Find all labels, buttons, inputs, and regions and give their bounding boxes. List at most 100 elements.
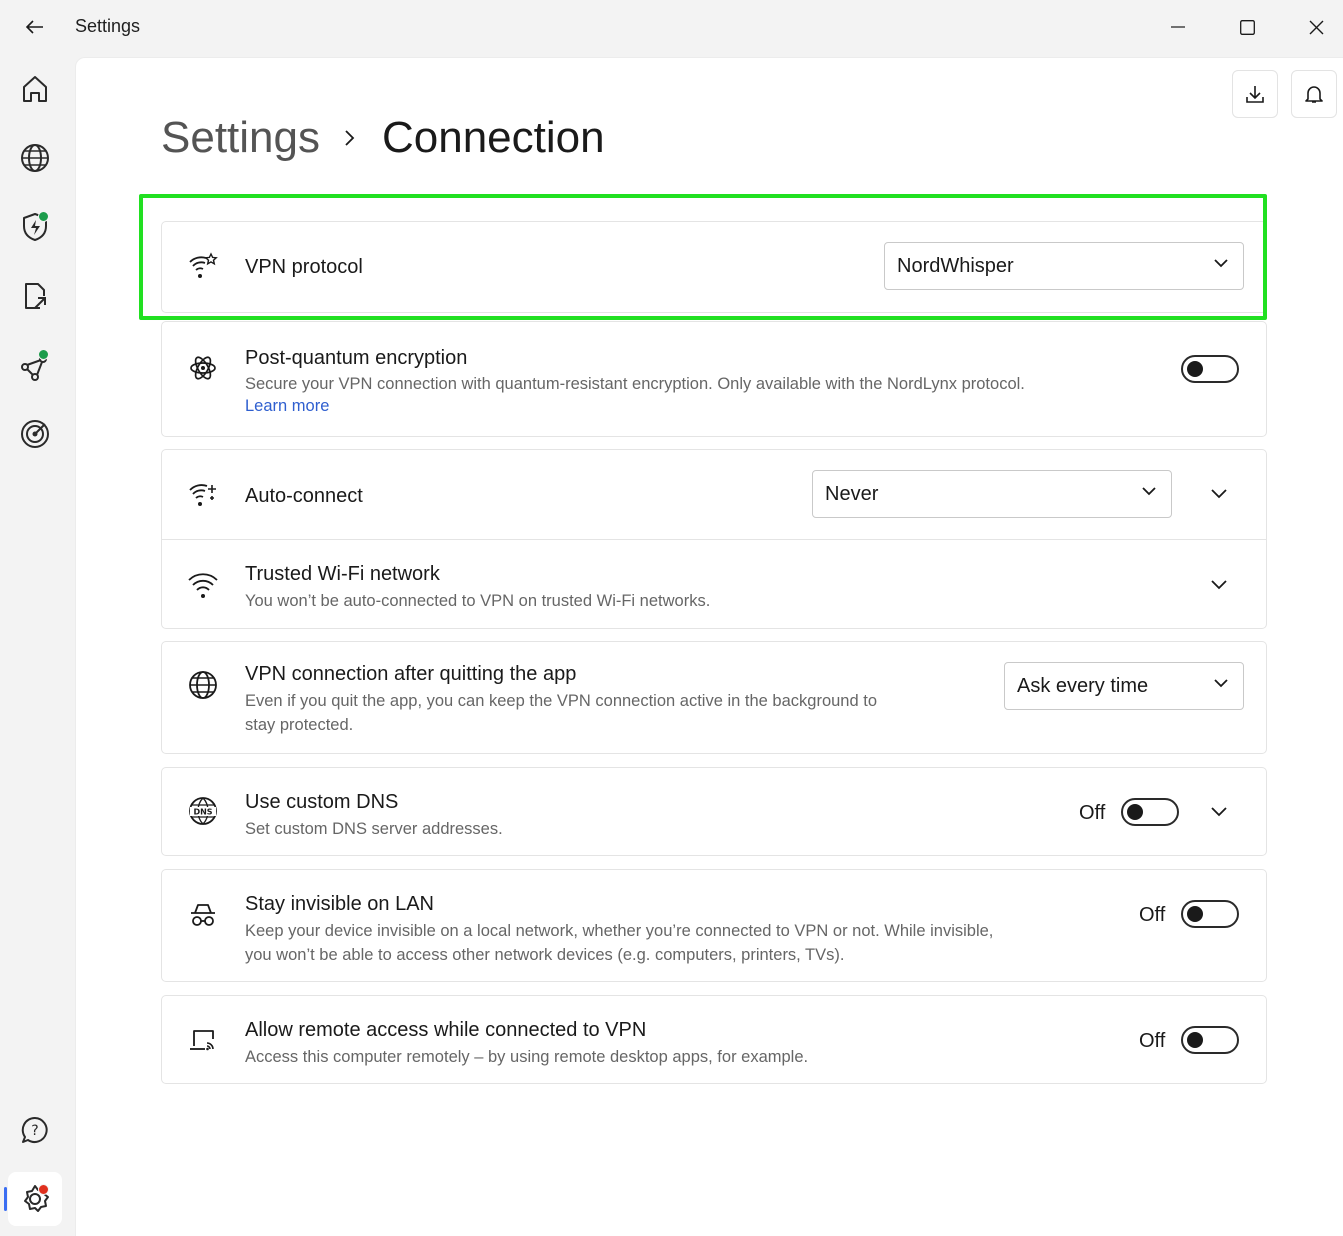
post-quantum-title: Post-quantum encryption (245, 347, 468, 369)
incognito-icon (186, 898, 220, 932)
rail-servers[interactable] (8, 131, 62, 185)
remote-access-card: Allow remote access while connected to V… (161, 995, 1267, 1084)
chevron-down-icon (1141, 486, 1157, 496)
invisible-lan-description-line-2: you won’t be able to access other networ… (245, 946, 845, 964)
chevron-right-icon (344, 129, 356, 147)
download-button[interactable] (1232, 70, 1278, 118)
auto-connect-card: Auto-connect Never Trusted Wi-Fi network… (161, 449, 1267, 629)
learn-more-link[interactable]: Learn more (245, 397, 329, 416)
trusted-wifi-title: Trusted Wi-Fi network (245, 563, 440, 585)
dns-icon: DNS (186, 794, 220, 828)
target-icon (21, 420, 49, 448)
auto-connect-expand-button[interactable] (1205, 479, 1233, 507)
invisible-lan-card: Stay invisible on LAN Keep your device i… (161, 869, 1267, 982)
remote-access-toggle[interactable] (1181, 1026, 1239, 1054)
vpn-protocol-select[interactable]: NordWhisper (884, 242, 1244, 290)
rail-help[interactable]: ? (8, 1103, 62, 1157)
rail-meshnet[interactable] (8, 338, 62, 392)
custom-dns-description: Set custom DNS server addresses. (245, 820, 503, 838)
chevron-down-icon (1211, 488, 1227, 498)
download-icon (1246, 86, 1264, 103)
invisible-lan-toggle[interactable] (1181, 900, 1239, 928)
maximize-button[interactable] (1224, 8, 1270, 46)
custom-dns-card: DNS Use custom DNS Set custom DNS server… (161, 767, 1267, 856)
after-quit-value: Ask every time (1017, 674, 1149, 697)
custom-dns-row: DNS Use custom DNS Set custom DNS server… (162, 768, 1266, 855)
after-quit-title: VPN connection after quitting the app (245, 663, 577, 685)
remote-access-description: Access this computer remotely – by using… (245, 1048, 809, 1066)
chevron-down-icon (1211, 579, 1227, 589)
back-button[interactable] (18, 12, 52, 42)
wifi-sparkle-icon (186, 477, 220, 511)
invisible-lan-description-line-1: Keep your device invisible on a local ne… (245, 922, 994, 940)
auto-connect-row: Auto-connect Never (162, 450, 1266, 539)
invisible-lan-state: Off (1139, 904, 1166, 926)
file-share-icon (25, 283, 46, 309)
post-quantum-toggle[interactable] (1181, 355, 1239, 383)
post-quantum-description: Secure your VPN connection with quantum-… (245, 375, 1025, 393)
after-quit-select[interactable]: Ask every time (1004, 662, 1244, 710)
wifi-icon (186, 568, 220, 602)
vpn-protocol-card: VPN protocol NordWhisper (161, 221, 1267, 313)
status-dot (38, 211, 49, 222)
close-icon (1309, 20, 1323, 34)
custom-dns-toggle[interactable] (1121, 798, 1179, 826)
auto-connect-title: Auto-connect (245, 485, 363, 507)
globe-icon (21, 144, 49, 172)
close-button[interactable] (1293, 8, 1339, 46)
svg-text:DNS: DNS (193, 808, 212, 817)
remote-desktop-icon (186, 1023, 220, 1057)
trusted-wifi-description: You won’t be auto-connected to VPN on tr… (245, 592, 711, 610)
vpn-protocol-row: VPN protocol NordWhisper (162, 222, 1266, 312)
chevron-down-icon (1213, 678, 1229, 688)
trusted-wifi-expand-button[interactable] (1205, 570, 1233, 598)
after-quit-description-line-2: stay protected. (245, 716, 354, 734)
chevron-down-icon (1211, 806, 1227, 816)
remote-access-title: Allow remote access while connected to V… (245, 1019, 647, 1041)
minimize-button[interactable] (1155, 8, 1201, 46)
content-pane: Settings Connection VPN protocol NordWhi… (75, 57, 1343, 1236)
rail-threat-protection[interactable] (8, 200, 62, 254)
after-quit-card: VPN connection after quitting the app Ev… (161, 641, 1267, 754)
invisible-lan-row: Stay invisible on LAN Keep your device i… (162, 870, 1266, 981)
custom-dns-state: Off (1079, 802, 1106, 824)
after-quit-description-line-1: Even if you quit the app, you can keep t… (245, 692, 877, 710)
atom-icon (186, 351, 220, 385)
page-title: Connection (381, 113, 605, 162)
rail-dark-web-monitor[interactable] (8, 407, 62, 461)
post-quantum-card: Post-quantum encryption Secure your VPN … (161, 321, 1267, 437)
notifications-button[interactable] (1291, 70, 1337, 118)
invisible-lan-title: Stay invisible on LAN (245, 893, 434, 915)
breadcrumb: Settings Connection (161, 110, 605, 166)
vpn-protocol-value: NordWhisper (897, 254, 1014, 277)
notification-dot (38, 1184, 49, 1195)
minimize-icon (1171, 26, 1185, 28)
after-quit-row: VPN connection after quitting the app Ev… (162, 642, 1266, 753)
remote-access-state: Off (1139, 1030, 1166, 1052)
remote-access-row: Allow remote access while connected to V… (162, 996, 1266, 1083)
globe-icon (186, 668, 220, 702)
help-icon: ? (21, 1116, 48, 1143)
custom-dns-expand-button[interactable] (1205, 797, 1233, 825)
arrow-left-icon (26, 20, 43, 34)
custom-dns-title: Use custom DNS (245, 791, 399, 813)
auto-connect-select[interactable]: Never (812, 470, 1172, 518)
trusted-wifi-row: Trusted Wi-Fi network You won’t be auto-… (162, 539, 1266, 628)
post-quantum-row: Post-quantum encryption Secure your VPN … (162, 322, 1266, 436)
chevron-down-icon (1213, 258, 1229, 268)
window-title: Settings (75, 16, 141, 36)
vpn-protocol-title: VPN protocol (245, 256, 363, 278)
bell-icon (1305, 86, 1323, 103)
home-icon (23, 76, 47, 102)
active-indicator (4, 1187, 7, 1211)
rail-settings[interactable] (8, 1172, 62, 1226)
status-dot (38, 349, 49, 360)
wifi-star-icon (186, 249, 220, 283)
breadcrumb-parent[interactable]: Settings (161, 113, 320, 163)
rail-file-share[interactable] (8, 269, 62, 323)
maximize-icon (1239, 19, 1255, 35)
title-bar: Settings (0, 0, 1343, 56)
auto-connect-value: Never (825, 482, 879, 505)
rail-home[interactable] (8, 62, 62, 116)
svg-text:?: ? (31, 1123, 38, 1139)
